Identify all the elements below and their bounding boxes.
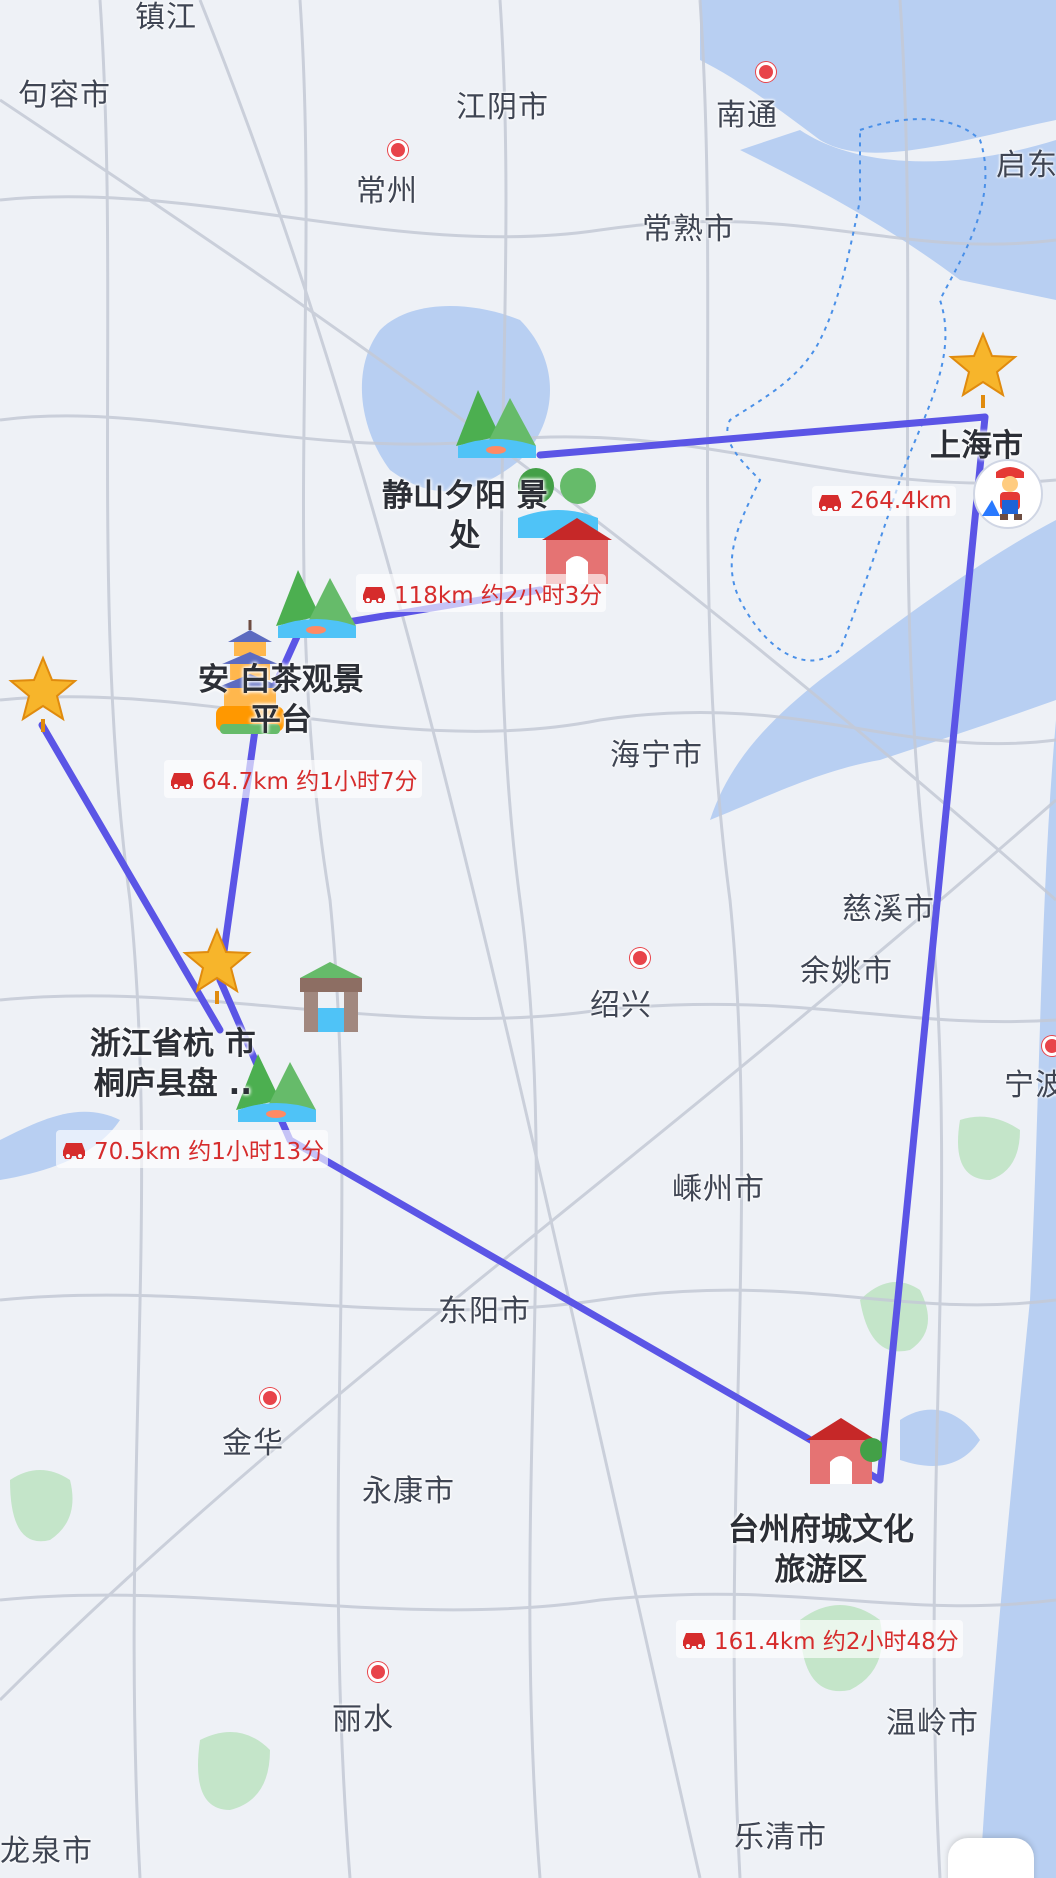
distance-label-tonglu: 70.5km 约1小时13分 <box>56 1130 329 1168</box>
city-label: 东阳市 <box>438 1294 531 1329</box>
star-icon[interactable] <box>182 926 252 1004</box>
distance-text: 70.5km 约1小时13分 <box>94 1139 325 1165</box>
city-label: 启东 <box>996 148 1056 183</box>
poi-label-taizhou[interactable]: 台州府城文化 旅游区 <box>728 1510 914 1590</box>
city-label: 句容市 <box>18 78 111 113</box>
poi-label-tonglu[interactable]: 浙江省杭 市 桐庐县盘 .. <box>90 1024 256 1104</box>
distance-label-shanghai: 264.4km <box>812 486 956 516</box>
bottom-panel-handle[interactable] <box>948 1838 1034 1878</box>
city-label: 常熟市 <box>642 212 735 247</box>
city-dot-lishui <box>368 1662 388 1682</box>
city-label: 镇江 <box>135 0 197 35</box>
city-label: 金华 <box>222 1426 284 1461</box>
star-icon[interactable] <box>8 654 78 732</box>
city-dot-ningbo <box>1042 1036 1056 1056</box>
city-gate-icon[interactable] <box>800 1410 882 1492</box>
poi-label-anji[interactable]: 安 白茶观景 平台 <box>198 660 364 740</box>
distance-label-anji: 64.7km 约1小时7分 <box>164 760 422 798</box>
distance-text: 161.4km 约2小时48分 <box>714 1629 959 1655</box>
stone-gate-icon[interactable] <box>290 958 372 1040</box>
star-icon[interactable] <box>948 330 1018 408</box>
map-base-layer <box>0 0 1056 1878</box>
city-label: 常州 <box>356 174 418 209</box>
scenic-mountain-lake-icon[interactable] <box>450 376 542 464</box>
city-label: 宁波 <box>1004 1068 1056 1103</box>
city-dot-nantong <box>756 62 776 82</box>
city-label: 丽水 <box>332 1702 394 1737</box>
poi-label-jingshan[interactable]: 静山夕阳 景 处 <box>382 476 548 556</box>
city-label: 温岭市 <box>886 1706 979 1741</box>
distance-text: 64.7km 约1小时7分 <box>202 769 418 795</box>
distance-text: 118km 约2小时3分 <box>394 583 603 609</box>
car-icon <box>363 587 385 603</box>
car-icon <box>819 495 841 511</box>
distance-label-jingshan: 118km 约2小时3分 <box>356 574 607 612</box>
city-label: 江阴市 <box>456 90 549 125</box>
city-label: 海宁市 <box>610 738 703 773</box>
distance-text: 264.4km <box>850 488 952 514</box>
city-label: 嵊州市 <box>672 1172 765 1207</box>
city-dot-jinhua <box>260 1388 280 1408</box>
city-label: 乐清市 <box>734 1820 827 1855</box>
car-icon <box>683 1633 705 1649</box>
car-icon <box>171 773 193 789</box>
distance-label-taizhou: 161.4km 约2小时48分 <box>676 1620 963 1658</box>
city-label: 绍兴 <box>590 988 652 1023</box>
city-dot-shaoxing <box>630 948 650 968</box>
mario-avatar-icon[interactable] <box>970 456 1046 532</box>
map-canvas[interactable]: 镇江 句容市 江阴市 南通 启东 常州 常熟市 海宁市 慈溪市 余姚市 绍兴 宁… <box>0 0 1056 1878</box>
city-label: 南通 <box>716 98 778 133</box>
city-label: 永康市 <box>362 1474 455 1509</box>
car-icon <box>63 1143 85 1159</box>
city-dot-changzhou <box>388 140 408 160</box>
city-label: 慈溪市 <box>842 892 935 927</box>
city-label: 余姚市 <box>800 954 893 989</box>
city-label: 龙泉市 <box>0 1834 93 1869</box>
